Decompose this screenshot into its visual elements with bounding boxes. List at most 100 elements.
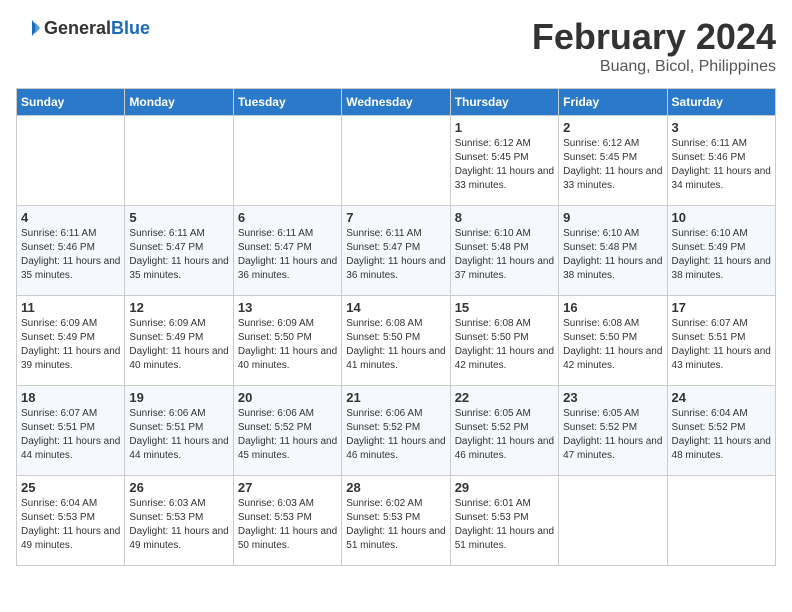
day-info: Sunrise: 6:11 AM Sunset: 5:47 PM Dayligh… (346, 227, 445, 283)
calendar-cell: 29 Sunrise: 6:01 AM Sunset: 5:53 PM Dayli… (450, 476, 558, 566)
calendar-cell: 11Sunrise: 6:09 AM Sunset: 5:49 PM Dayli… (17, 296, 125, 386)
day-info: Sunrise: 6:07 AM Sunset: 5:51 PM Dayligh… (672, 317, 771, 373)
day-info: Sunrise: 6:11 AM Sunset: 5:47 PM Dayligh… (238, 227, 337, 283)
weekday-header-thursday: Thursday (450, 89, 558, 116)
day-info: Sunrise: 6:11 AM Sunset: 5:47 PM Dayligh… (129, 227, 228, 283)
day-info: Sunrise: 6:06 AM Sunset: 5:52 PM Dayligh… (238, 407, 337, 463)
calendar-cell (233, 116, 341, 206)
calendar-cell: 15 Sunrise: 6:08 AM Sunset: 5:50 PM Dayli… (450, 296, 558, 386)
month-year-title: February 2024 (532, 16, 776, 58)
day-number: 9 (563, 210, 662, 225)
calendar-cell: 24 Sunrise: 6:04 AM Sunset: 5:52 PM Dayli… (667, 386, 775, 476)
day-info: Sunrise: 6:11 AM Sunset: 5:46 PM Dayligh… (21, 227, 120, 283)
day-number: 15 (455, 300, 554, 315)
logo: GeneralBlue (16, 16, 150, 40)
weekday-header-monday: Monday (125, 89, 233, 116)
calendar-week-row: 11Sunrise: 6:09 AM Sunset: 5:49 PM Dayli… (17, 296, 776, 386)
day-number: 12 (129, 300, 228, 315)
day-number: 8 (455, 210, 554, 225)
day-number: 3 (672, 120, 771, 135)
location-subtitle: Buang, Bicol, Philippines (532, 58, 776, 76)
calendar-cell (125, 116, 233, 206)
day-info: Sunrise: 6:01 AM Sunset: 5:53 PM Dayligh… (455, 497, 554, 553)
weekday-header-saturday: Saturday (667, 89, 775, 116)
day-info: Sunrise: 6:10 AM Sunset: 5:48 PM Dayligh… (455, 227, 554, 283)
day-info: Sunrise: 6:05 AM Sunset: 5:52 PM Dayligh… (563, 407, 662, 463)
calendar-cell: 14Sunrise: 6:08 AM Sunset: 5:50 PM Dayli… (342, 296, 450, 386)
weekday-header-friday: Friday (559, 89, 667, 116)
day-number: 4 (21, 210, 120, 225)
calendar-cell: 25 Sunrise: 6:04 AM Sunset: 5:53 PM Dayli… (17, 476, 125, 566)
day-number: 18 (21, 390, 120, 405)
calendar-cell: 9 Sunrise: 6:10 AM Sunset: 5:48 PM Daylig… (559, 206, 667, 296)
day-number: 14 (346, 300, 445, 315)
day-info: Sunrise: 6:06 AM Sunset: 5:51 PM Dayligh… (129, 407, 228, 463)
day-info: Sunrise: 6:02 AM Sunset: 5:53 PM Dayligh… (346, 497, 445, 553)
day-number: 24 (672, 390, 771, 405)
day-number: 17 (672, 300, 771, 315)
weekday-header-row: SundayMondayTuesdayWednesdayThursdayFrid… (17, 89, 776, 116)
calendar-cell: 23 Sunrise: 6:05 AM Sunset: 5:52 PM Dayli… (559, 386, 667, 476)
day-info: Sunrise: 6:03 AM Sunset: 5:53 PM Dayligh… (129, 497, 228, 553)
calendar-cell: 20 Sunrise: 6:06 AM Sunset: 5:52 PM Dayli… (233, 386, 341, 476)
calendar-cell: 2 Sunrise: 6:12 AM Sunset: 5:45 PM Daylig… (559, 116, 667, 206)
calendar-cell: 13 Sunrise: 6:09 AM Sunset: 5:50 PM Dayli… (233, 296, 341, 386)
logo-text-blue: Blue (111, 18, 150, 38)
title-section: February 2024 Buang, Bicol, Philippines (532, 16, 776, 76)
day-info: Sunrise: 6:03 AM Sunset: 5:53 PM Dayligh… (238, 497, 337, 553)
day-info: Sunrise: 6:10 AM Sunset: 5:49 PM Dayligh… (672, 227, 771, 283)
logo-icon (16, 16, 40, 40)
weekday-header-sunday: Sunday (17, 89, 125, 116)
calendar-cell (342, 116, 450, 206)
day-info: Sunrise: 6:09 AM Sunset: 5:50 PM Dayligh… (238, 317, 337, 373)
calendar-cell: 16 Sunrise: 6:08 AM Sunset: 5:50 PM Dayli… (559, 296, 667, 386)
day-number: 26 (129, 480, 228, 495)
calendar-cell: 17 Sunrise: 6:07 AM Sunset: 5:51 PM Dayli… (667, 296, 775, 386)
calendar-cell (559, 476, 667, 566)
calendar-cell: 22 Sunrise: 6:05 AM Sunset: 5:52 PM Dayli… (450, 386, 558, 476)
calendar-cell: 28Sunrise: 6:02 AM Sunset: 5:53 PM Dayli… (342, 476, 450, 566)
day-info: Sunrise: 6:10 AM Sunset: 5:48 PM Dayligh… (563, 227, 662, 283)
calendar-cell: 4 Sunrise: 6:11 AM Sunset: 5:46 PM Daylig… (17, 206, 125, 296)
day-number: 25 (21, 480, 120, 495)
day-info: Sunrise: 6:12 AM Sunset: 5:45 PM Dayligh… (455, 137, 554, 193)
day-info: Sunrise: 6:12 AM Sunset: 5:45 PM Dayligh… (563, 137, 662, 193)
calendar-cell (17, 116, 125, 206)
day-number: 6 (238, 210, 337, 225)
calendar-cell: 27Sunrise: 6:03 AM Sunset: 5:53 PM Dayli… (233, 476, 341, 566)
day-info: Sunrise: 6:09 AM Sunset: 5:49 PM Dayligh… (21, 317, 120, 373)
day-info: Sunrise: 6:08 AM Sunset: 5:50 PM Dayligh… (563, 317, 662, 373)
page-header: GeneralBlue February 2024 Buang, Bicol, … (16, 16, 776, 76)
day-number: 2 (563, 120, 662, 135)
day-number: 7 (346, 210, 445, 225)
day-info: Sunrise: 6:04 AM Sunset: 5:53 PM Dayligh… (21, 497, 120, 553)
calendar-week-row: 1 Sunrise: 6:12 AM Sunset: 5:45 PM Daylig… (17, 116, 776, 206)
day-info: Sunrise: 6:05 AM Sunset: 5:52 PM Dayligh… (455, 407, 554, 463)
weekday-header-wednesday: Wednesday (342, 89, 450, 116)
day-number: 13 (238, 300, 337, 315)
day-info: Sunrise: 6:09 AM Sunset: 5:49 PM Dayligh… (129, 317, 228, 373)
day-number: 10 (672, 210, 771, 225)
day-number: 16 (563, 300, 662, 315)
calendar-cell: 7 Sunrise: 6:11 AM Sunset: 5:47 PM Daylig… (342, 206, 450, 296)
day-info: Sunrise: 6:07 AM Sunset: 5:51 PM Dayligh… (21, 407, 120, 463)
calendar-cell: 18 Sunrise: 6:07 AM Sunset: 5:51 PM Dayli… (17, 386, 125, 476)
calendar-cell: 5 Sunrise: 6:11 AM Sunset: 5:47 PM Daylig… (125, 206, 233, 296)
day-number: 20 (238, 390, 337, 405)
calendar-cell: 26 Sunrise: 6:03 AM Sunset: 5:53 PM Dayli… (125, 476, 233, 566)
calendar-cell: 8 Sunrise: 6:10 AM Sunset: 5:48 PM Daylig… (450, 206, 558, 296)
day-info: Sunrise: 6:08 AM Sunset: 5:50 PM Dayligh… (455, 317, 554, 373)
calendar-table: SundayMondayTuesdayWednesdayThursdayFrid… (16, 88, 776, 566)
day-number: 23 (563, 390, 662, 405)
day-number: 29 (455, 480, 554, 495)
calendar-week-row: 4 Sunrise: 6:11 AM Sunset: 5:46 PM Daylig… (17, 206, 776, 296)
day-info: Sunrise: 6:11 AM Sunset: 5:46 PM Dayligh… (672, 137, 771, 193)
day-info: Sunrise: 6:04 AM Sunset: 5:52 PM Dayligh… (672, 407, 771, 463)
day-number: 22 (455, 390, 554, 405)
logo-text-general: General (44, 18, 111, 38)
day-number: 21 (346, 390, 445, 405)
day-number: 5 (129, 210, 228, 225)
calendar-cell: 19Sunrise: 6:06 AM Sunset: 5:51 PM Dayli… (125, 386, 233, 476)
calendar-cell: 1 Sunrise: 6:12 AM Sunset: 5:45 PM Daylig… (450, 116, 558, 206)
day-number: 1 (455, 120, 554, 135)
